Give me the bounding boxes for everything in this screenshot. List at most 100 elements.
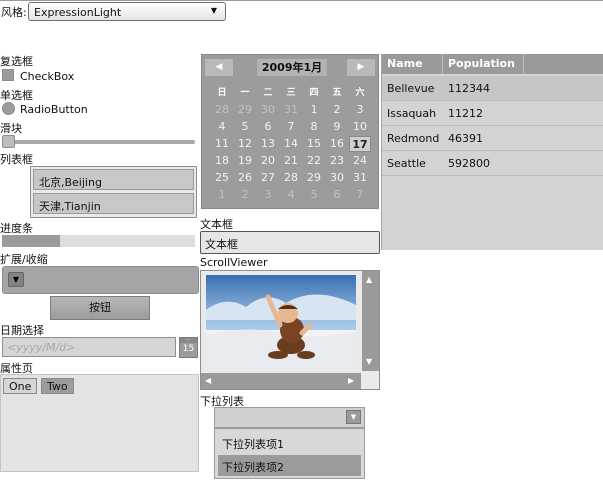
calendar-day[interactable]: 2 [326, 102, 348, 118]
scrollviewer-heading: ScrollViewer [200, 256, 268, 269]
calendar-day[interactable]: 6 [257, 119, 279, 135]
chevron-down-icon[interactable]: ▼ [346, 410, 361, 424]
main-button[interactable]: 按钮 [50, 296, 150, 320]
calendar-day[interactable]: 28 [280, 170, 302, 186]
calendar-day[interactable]: 6 [326, 187, 348, 203]
calendar: ◀ 2009年1月 ▶ 日一二三四五六 28 29 30 31 1 2 3 4 5 6 7 8 9 10 1… [201, 54, 379, 209]
prev-month-button[interactable]: ◀ [205, 59, 233, 76]
calendar-day[interactable]: 1 [303, 102, 325, 118]
calendar-day[interactable]: 8 [303, 119, 325, 135]
dropdown-item[interactable]: 下拉列表项1 [218, 432, 361, 453]
theme-label: 风格: [1, 6, 27, 19]
slider-thumb[interactable] [2, 135, 15, 148]
calendar-day[interactable]: 3 [349, 102, 371, 118]
tab-one[interactable]: One [3, 378, 38, 394]
next-month-button[interactable]: ▶ [347, 59, 375, 76]
radio-heading: 单选框 [0, 89, 33, 102]
calendar-day[interactable]: 27 [257, 170, 279, 186]
calendar-day[interactable]: 13 [257, 136, 279, 152]
calendar-weekday: 二 [263, 88, 273, 98]
grid-header-filler [524, 54, 603, 74]
arrow-down-icon[interactable]: ▼ [366, 357, 372, 366]
calendar-day[interactable]: 22 [303, 153, 325, 169]
dropdown-item[interactable]: 下拉列表项2 [218, 455, 361, 476]
calendar-day[interactable]: 17 [349, 136, 371, 152]
calendar-day[interactable]: 20 [257, 153, 279, 169]
table-row[interactable]: Seattle 592800 [382, 151, 603, 176]
calendar-title[interactable]: 2009年1月 [257, 59, 327, 76]
list-item[interactable]: 北京,Beijing [33, 169, 194, 190]
tab-two[interactable]: Two [41, 378, 74, 394]
theme-select[interactable]: ExpressionLight ▼ [28, 2, 226, 21]
table-row[interactable]: Bellevue 112344 [382, 76, 603, 101]
calendar-icon[interactable]: ·· 15 [179, 337, 198, 358]
top-border [0, 0, 603, 1]
theme-select-value: ExpressionLight [34, 6, 122, 19]
cell-population: 11212 [448, 107, 483, 120]
calendar-day[interactable]: 16 [326, 136, 348, 152]
horizontal-scrollbar[interactable]: ◀ ▶ [201, 373, 361, 389]
radio-circle[interactable] [2, 102, 15, 115]
checkbox-label[interactable]: CheckBox [20, 70, 74, 83]
calendar-day[interactable]: 30 [257, 102, 279, 118]
calendar-day[interactable]: 9 [326, 119, 348, 135]
grid-header-population[interactable]: Population [443, 54, 524, 74]
calendar-day[interactable]: 10 [349, 119, 371, 135]
checkbox-box[interactable] [2, 69, 14, 81]
arrow-right-icon: ▶ [357, 62, 365, 72]
calendar-day[interactable]: 5 [234, 119, 256, 135]
chevron-down-icon[interactable]: ▼ [8, 272, 24, 287]
calendar-day[interactable]: 15 [303, 136, 325, 152]
cell-name: Bellevue [387, 82, 435, 95]
calendar-day[interactable]: 28 [211, 102, 233, 118]
calendar-day[interactable]: 18 [211, 153, 233, 169]
vertical-scrollbar[interactable]: ▲ ▼ [362, 271, 379, 371]
calendar-day[interactable]: 7 [280, 119, 302, 135]
calendar-day[interactable]: 26 [234, 170, 256, 186]
date-input[interactable]: <yyyy/M/d> [2, 337, 176, 357]
baby-photo [206, 275, 356, 368]
grid-header-name[interactable]: Name [382, 54, 443, 74]
calendar-day[interactable]: 30 [326, 170, 348, 186]
calendar-day[interactable]: 24 [349, 153, 371, 169]
radio-label[interactable]: RadioButton [20, 103, 88, 116]
listbox[interactable]: 北京,Beijing 天津,Tianjin [30, 166, 197, 218]
calendar-day[interactable]: 4 [280, 187, 302, 203]
calendar-day[interactable]: 31 [349, 170, 371, 186]
calendar-day[interactable]: 5 [303, 187, 325, 203]
calendar-icon-day: 15 [182, 344, 195, 354]
calendar-day[interactable]: 31 [280, 102, 302, 118]
calendar-day[interactable]: 14 [280, 136, 302, 152]
calendar-weekday: 五 [332, 88, 342, 98]
calendar-day[interactable]: 12 [234, 136, 256, 152]
arrow-up-icon[interactable]: ▲ [366, 275, 372, 284]
calendar-day[interactable]: 11 [211, 136, 233, 152]
arrow-left-icon[interactable]: ◀ [205, 376, 211, 385]
calendar-day[interactable]: 29 [234, 102, 256, 118]
table-row[interactable]: Redmond 46391 [382, 126, 603, 151]
calendar-day[interactable]: 19 [234, 153, 256, 169]
text-input[interactable]: 文本框 [200, 231, 380, 254]
expander[interactable]: ▼ [2, 266, 199, 294]
calendar-day[interactable]: 23 [326, 153, 348, 169]
calendar-weekday: 一 [240, 88, 250, 98]
calendar-day[interactable]: 21 [280, 153, 302, 169]
calendar-day[interactable]: 7 [349, 187, 371, 203]
calendar-day[interactable]: 2 [234, 187, 256, 203]
calendar-day[interactable]: 1 [211, 187, 233, 203]
cell-population: 112344 [448, 82, 490, 95]
calendar-day[interactable]: 3 [257, 187, 279, 203]
dropdown-select[interactable]: ▼ [214, 407, 365, 428]
progress-heading: 进度条 [0, 222, 33, 235]
calendar-day[interactable]: 29 [303, 170, 325, 186]
arrow-right-icon[interactable]: ▶ [348, 376, 354, 385]
list-item[interactable]: 天津,Tianjin [33, 193, 194, 214]
arrow-left-icon: ◀ [215, 62, 223, 72]
scroll-viewer[interactable]: ▲ ▼ ◀ ▶ [200, 270, 380, 390]
progress-fill [2, 235, 60, 247]
slider-track[interactable] [2, 140, 195, 144]
calendar-day[interactable]: 4 [211, 119, 233, 135]
calendar-day[interactable]: 25 [211, 170, 233, 186]
cell-name: Issaquah [387, 107, 437, 120]
table-row[interactable]: Issaquah 11212 [382, 101, 603, 126]
